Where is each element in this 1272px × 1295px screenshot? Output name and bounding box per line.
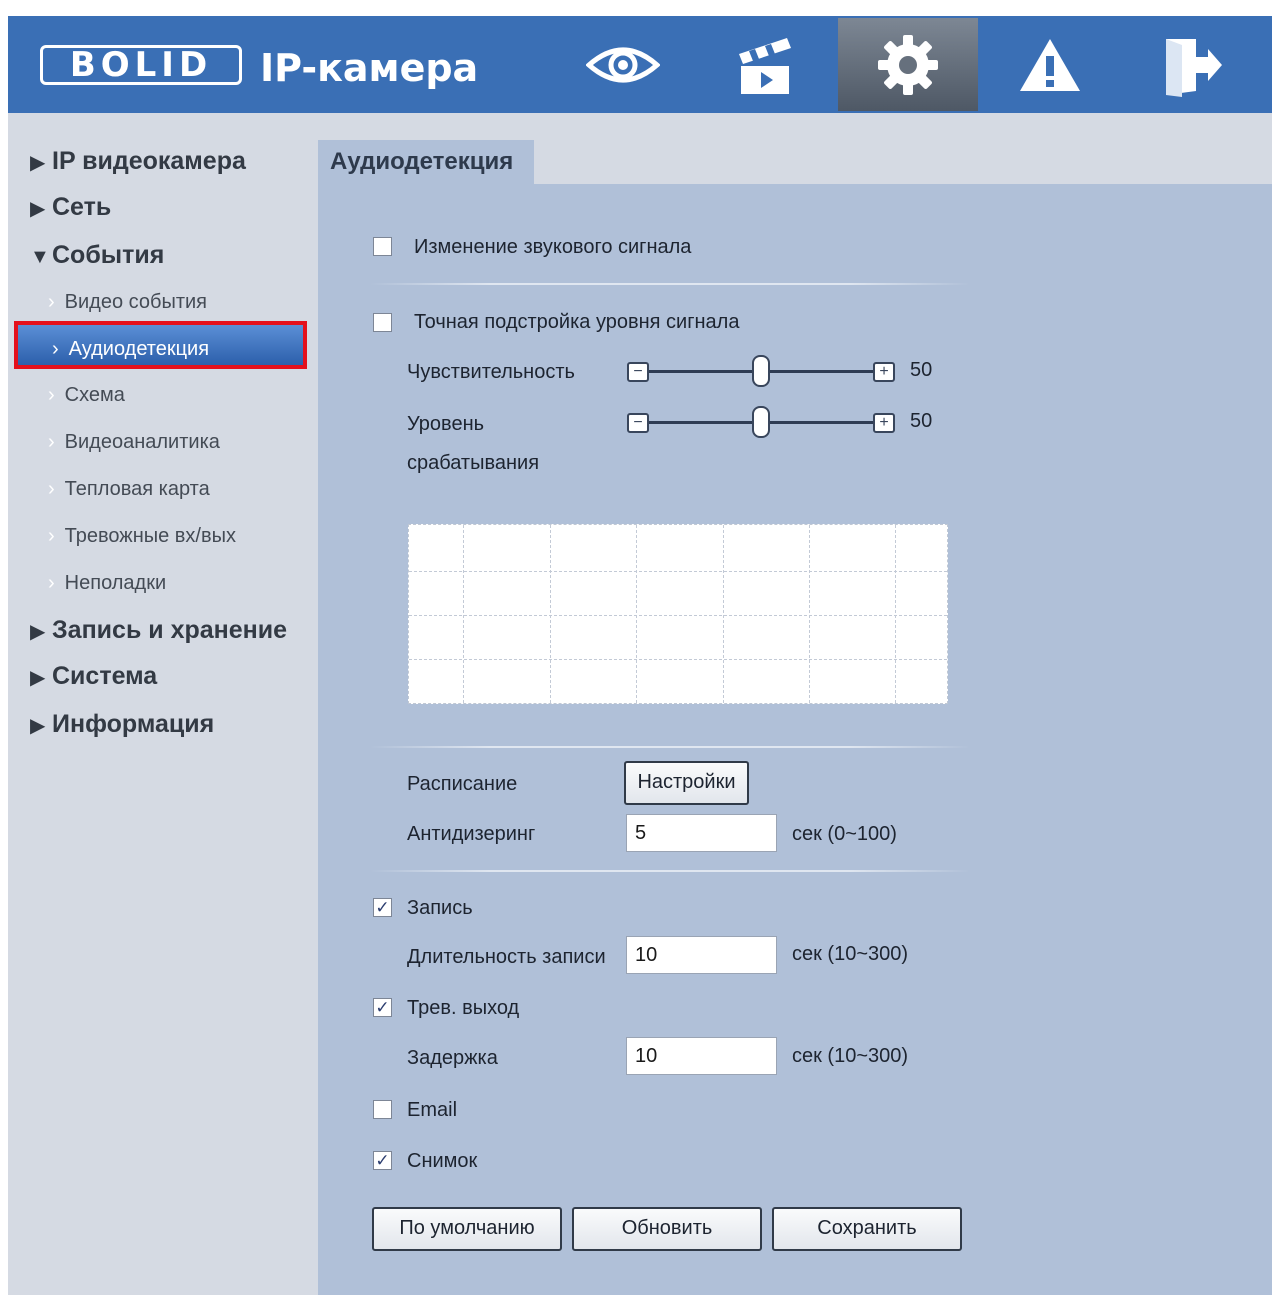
divider bbox=[370, 283, 970, 285]
audio-change-checkbox[interactable] bbox=[373, 237, 392, 256]
sidebar-item-recording-storage[interactable]: ▶ Запись и хранение bbox=[30, 610, 287, 650]
warning-icon bbox=[1020, 38, 1080, 91]
delay-input[interactable] bbox=[626, 1037, 777, 1075]
expand-arrow-icon: ▶ bbox=[30, 621, 46, 643]
divider bbox=[370, 746, 970, 748]
nav-settings[interactable] bbox=[838, 18, 978, 111]
checkmark-icon: ✓ bbox=[375, 998, 390, 1017]
expand-arrow-icon: ▶ bbox=[30, 667, 46, 689]
refresh-button[interactable]: Обновить bbox=[572, 1207, 762, 1251]
schedule-settings-button[interactable]: Настройки bbox=[624, 761, 749, 805]
snapshot-checkbox[interactable]: ✓ bbox=[373, 1151, 392, 1170]
email-label: Email bbox=[407, 1099, 458, 1121]
sidebar-item-events[interactable]: ▼События bbox=[30, 235, 164, 275]
chevron-right-icon: › bbox=[48, 478, 55, 500]
chevron-right-icon: › bbox=[48, 384, 55, 406]
sidebar-item-ip-camera[interactable]: ▶ IP видеокамера bbox=[30, 141, 246, 181]
threshold-label: Уровень bbox=[407, 413, 485, 435]
eye-icon bbox=[586, 47, 660, 82]
sidebar-item-scheme[interactable]: › Схема bbox=[48, 377, 125, 413]
chevron-right-icon: › bbox=[48, 291, 55, 313]
sensitivity-slider-thumb[interactable] bbox=[752, 355, 770, 387]
schedule-label: Расписание bbox=[407, 773, 518, 795]
logout-door-icon bbox=[1166, 38, 1222, 97]
sidebar-item-video-events[interactable]: › Видео события bbox=[48, 284, 207, 320]
logo-text: BOLID bbox=[69, 45, 213, 85]
sidebar-item-alarm-io[interactable]: › Тревожные вх/вых bbox=[48, 518, 236, 554]
chevron-right-icon: › bbox=[48, 525, 55, 547]
threshold-decrease-button[interactable]: − bbox=[627, 413, 649, 433]
bolid-logo: BOLID bbox=[40, 45, 242, 85]
audio-level-graph bbox=[408, 524, 948, 704]
app-title: IP-камера bbox=[260, 46, 479, 90]
sensitivity-increase-button[interactable]: + bbox=[873, 362, 895, 382]
chevron-right-icon: › bbox=[48, 431, 55, 453]
divider bbox=[370, 870, 970, 872]
nav-live-view[interactable] bbox=[553, 16, 693, 113]
expand-arrow-icon: ▶ bbox=[30, 152, 46, 174]
collapse-arrow-icon: ▼ bbox=[30, 246, 50, 268]
record-checkbox[interactable]: ✓ bbox=[373, 898, 392, 917]
threshold-label-line2: срабатывания bbox=[407, 452, 540, 474]
snapshot-label: Снимок bbox=[407, 1150, 478, 1172]
sidebar-item-information[interactable]: ▶ Информация bbox=[30, 704, 214, 744]
checkmark-icon: ✓ bbox=[375, 1151, 390, 1170]
delay-label: Задержка bbox=[407, 1047, 498, 1069]
antidither-label: Антидизеринг bbox=[407, 823, 536, 845]
nav-playback[interactable] bbox=[695, 16, 835, 113]
record-duration-input[interactable] bbox=[626, 936, 777, 974]
antidither-unit: сек (0~100) bbox=[792, 823, 897, 845]
fine-tune-checkbox[interactable] bbox=[373, 313, 392, 332]
expand-arrow-icon: ▶ bbox=[30, 715, 46, 737]
alarm-out-checkbox[interactable]: ✓ bbox=[373, 998, 392, 1017]
settings-panel bbox=[318, 184, 1272, 1295]
tab-audio-detection[interactable]: Аудиодетекция bbox=[318, 140, 534, 184]
gear-icon bbox=[878, 34, 938, 95]
clapperboard-icon bbox=[739, 37, 791, 94]
nav-logout[interactable] bbox=[1122, 16, 1262, 113]
sidebar-item-network[interactable]: ▶ Сеть bbox=[30, 187, 111, 227]
default-button[interactable]: По умолчанию bbox=[372, 1207, 562, 1251]
sensitivity-value: 50 bbox=[910, 359, 933, 381]
sidebar-item-video-analytics[interactable]: › Видеоаналитика bbox=[48, 424, 220, 460]
record-label: Запись bbox=[407, 897, 473, 919]
delay-unit: сек (10~300) bbox=[792, 1045, 909, 1067]
chevron-right-icon: › bbox=[48, 572, 55, 594]
threshold-value: 50 bbox=[910, 410, 933, 432]
sidebar-item-audio-detection[interactable]: › Аудиодетекция bbox=[14, 321, 307, 369]
sensitivity-label: Чувствительность bbox=[407, 361, 575, 383]
fine-tune-label: Точная подстройка уровня сигнала bbox=[414, 311, 740, 333]
threshold-increase-button[interactable]: + bbox=[873, 413, 895, 433]
chevron-right-icon: › bbox=[52, 338, 59, 360]
sidebar-item-heat-map[interactable]: › Тепловая карта bbox=[48, 471, 210, 507]
sidebar-item-system[interactable]: ▶ Система bbox=[30, 656, 157, 696]
save-button[interactable]: Сохранить bbox=[772, 1207, 962, 1251]
antidither-input[interactable] bbox=[626, 814, 777, 852]
sidebar-item-faults[interactable]: › Неполадки bbox=[48, 565, 166, 601]
record-duration-label: Длительность записи bbox=[407, 946, 606, 968]
expand-arrow-icon: ▶ bbox=[30, 198, 46, 220]
nav-alarm[interactable] bbox=[980, 16, 1120, 113]
email-checkbox[interactable] bbox=[373, 1100, 392, 1119]
audio-change-label: Изменение звукового сигнала bbox=[414, 236, 692, 258]
alarm-out-label: Трев. выход bbox=[407, 997, 520, 1019]
app-header: BOLID IP-камера bbox=[8, 16, 1272, 113]
sensitivity-decrease-button[interactable]: − bbox=[627, 362, 649, 382]
checkmark-icon: ✓ bbox=[375, 898, 390, 917]
threshold-slider-thumb[interactable] bbox=[752, 406, 770, 438]
record-duration-unit: сек (10~300) bbox=[792, 943, 909, 965]
